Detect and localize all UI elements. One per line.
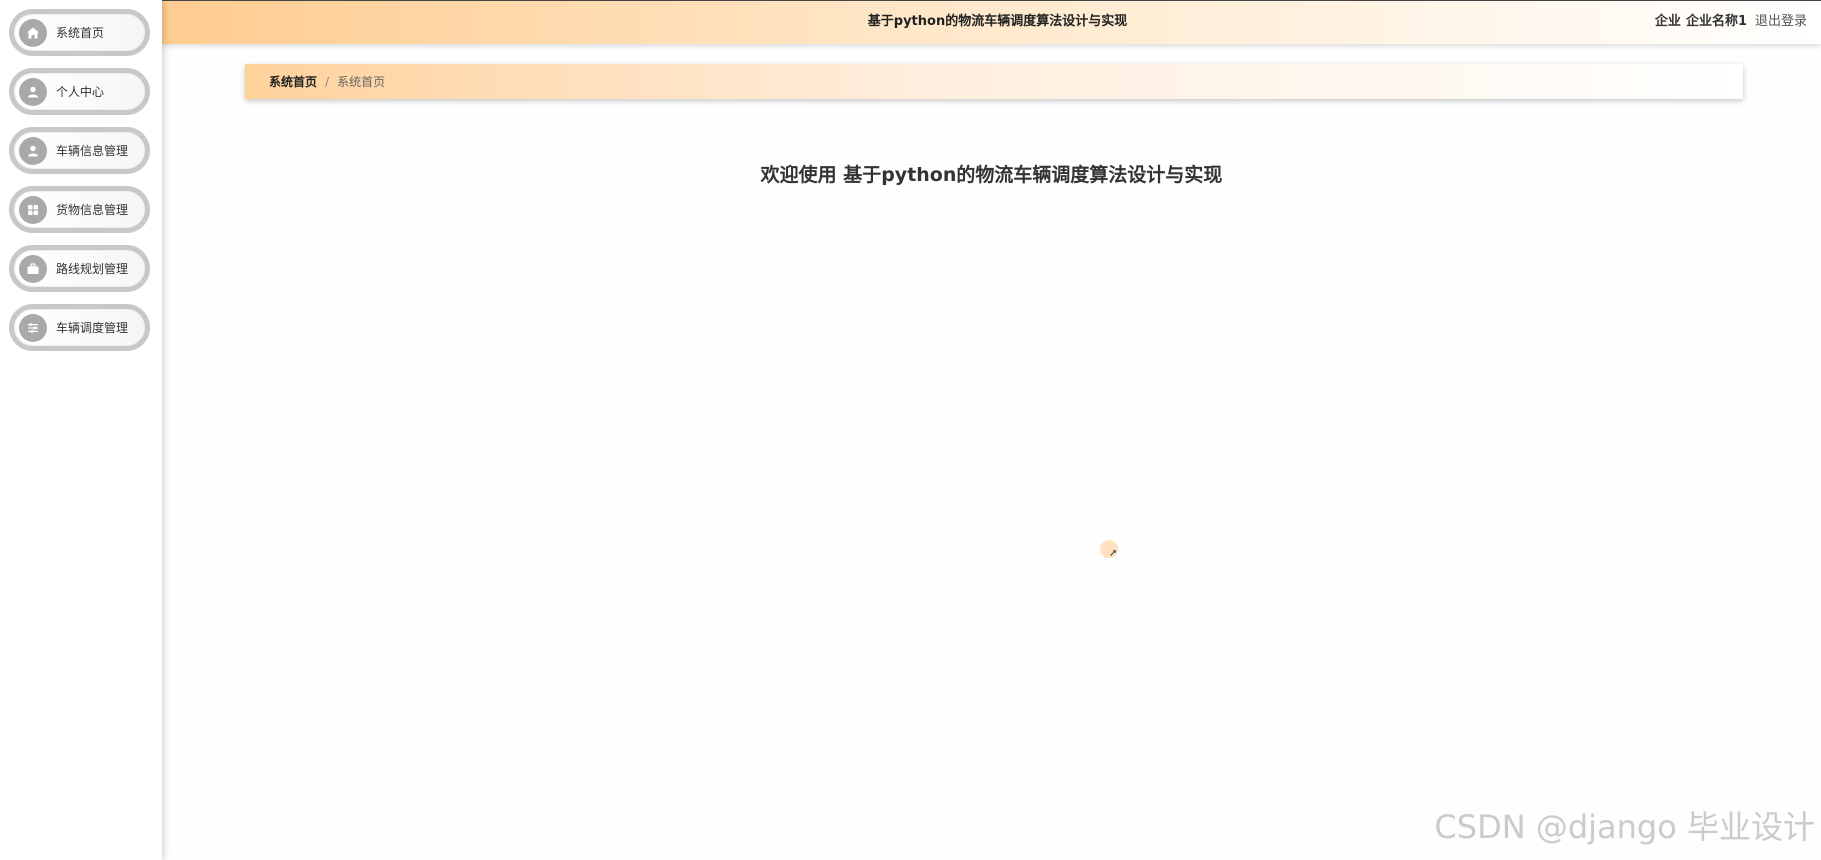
app-title: 基于python的物流车辆调度算法设计与实现 (867, 14, 1128, 29)
user-icon (19, 77, 47, 106)
briefcase-icon (19, 254, 47, 283)
sidebar-item-vehicle-info[interactable]: 车辆信息管理 (9, 127, 150, 174)
user-area: 企业 企业名称1 退出登录 (1655, 1, 1807, 43)
logout-link[interactable]: 退出登录 (1755, 14, 1807, 29)
sliders-icon (19, 313, 47, 342)
grid-icon (19, 195, 47, 224)
top-header: 基于python的物流车辆调度算法设计与实现 企业 企业名称1 退出登录 (162, 0, 1821, 44)
sidebar-item-home[interactable]: 系统首页 (9, 9, 150, 56)
welcome-heading: 欢迎使用 基于python的物流车辆调度算法设计与实现 (760, 164, 1223, 186)
sidebar-item-label: 系统首页 (56, 26, 105, 40)
sidebar-item-profile[interactable]: 个人中心 (9, 68, 150, 115)
breadcrumb-separator: / (325, 74, 330, 89)
user-name: 企业名称1 (1685, 14, 1747, 29)
sidebar-item-goods-info[interactable]: 货物信息管理 (9, 186, 150, 233)
sidebar-item-vehicle-dispatch[interactable]: 车辆调度管理 (9, 304, 150, 351)
sidebar-item-route-planning[interactable]: 路线规划管理 (9, 245, 150, 292)
sidebar: 系统首页 个人中心 车辆信息管理 货物信息管理 路线规划管理 车辆调度管理 (0, 0, 162, 860)
breadcrumb: 系统首页 / 系统首页 (245, 64, 1743, 99)
home-icon (19, 18, 47, 47)
sidebar-item-label: 路线规划管理 (56, 262, 129, 276)
sidebar-item-label: 车辆信息管理 (56, 144, 129, 158)
sidebar-item-label: 个人中心 (56, 85, 105, 99)
cursor-arrow-icon: ➚ (1109, 548, 1118, 559)
watermark: CSDN @django 毕业设计 (1434, 808, 1815, 846)
user-icon (19, 136, 47, 165)
breadcrumb-current: 系统首页 (337, 75, 386, 89)
sidebar-item-label: 车辆调度管理 (56, 321, 129, 335)
breadcrumb-home-link[interactable]: 系统首页 (269, 73, 317, 90)
sidebar-item-label: 货物信息管理 (56, 203, 129, 217)
user-role: 企业 (1654, 14, 1681, 29)
